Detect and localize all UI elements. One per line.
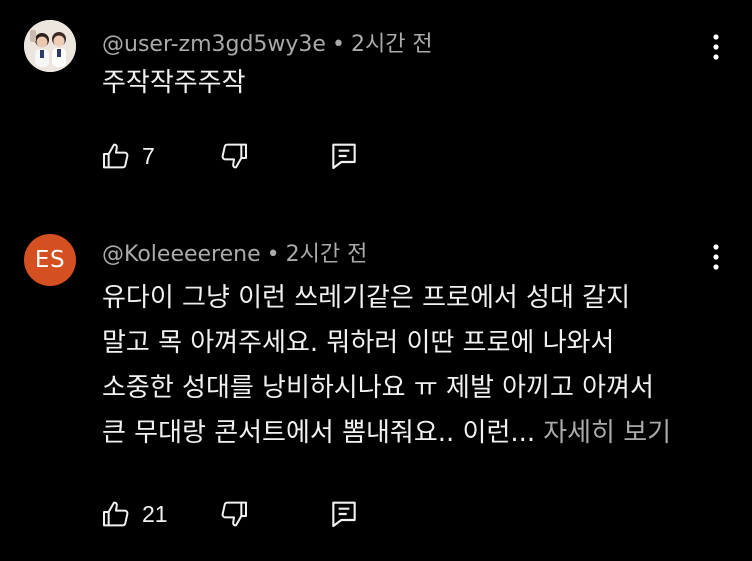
comment-actions: 7 [100, 136, 420, 176]
thumbs-down-icon [221, 501, 247, 527]
comment-text-line: 말고 목 아껴주세요. 뭐하러 이딴 프로에 나와서 [102, 328, 615, 358]
avatar-photo-icon [24, 20, 76, 72]
like-button[interactable]: 21 [100, 494, 168, 534]
comment-thread: ES @Koleeeerene • 2시간 전 유다이 그냥 이런 쓰레기같은 프로… [0, 224, 752, 561]
reply-button[interactable] [328, 494, 360, 534]
comment-menu-button[interactable] [708, 242, 724, 272]
avatar[interactable]: ES [24, 234, 76, 286]
read-more-link[interactable]: 자세히 보기 [543, 418, 671, 448]
comment-time[interactable]: 2시간 전 [286, 242, 368, 267]
avatar[interactable] [24, 20, 76, 72]
like-button[interactable]: 7 [100, 136, 155, 176]
avatar-initials: ES [34, 247, 66, 273]
reply-button[interactable] [328, 136, 360, 176]
comment-author[interactable]: @user-zm3gd5wy3e [102, 32, 326, 57]
comment-author[interactable]: @Koleeeerene [102, 242, 261, 267]
comment-text: 유다이 그냥 이런 쓰레기같은 프로에서 성대 갈지 말고 목 아껴주세요. 뭐… [102, 276, 712, 456]
comment-meta: @user-zm3gd5wy3e • 2시간 전 [102, 26, 433, 58]
comment-meta: @Koleeeerene • 2시간 전 [102, 236, 367, 268]
comment-actions: 21 [100, 494, 420, 534]
comment-text: 주작작주주작 [102, 61, 712, 106]
dislike-button[interactable] [218, 136, 250, 176]
dislike-button[interactable] [218, 494, 250, 534]
comment-text-line: 주작작주주작 [102, 68, 246, 98]
comment-menu-button[interactable] [708, 32, 724, 62]
thumbs-up-icon [103, 501, 129, 527]
like-count: 7 [142, 142, 155, 169]
comment-text-line: 유다이 그냥 이런 쓰레기같은 프로에서 성대 갈지 [102, 283, 630, 313]
like-count: 21 [142, 500, 168, 527]
reply-icon [332, 501, 356, 528]
thumbs-down-icon [221, 143, 247, 169]
comment-time[interactable]: 2시간 전 [351, 32, 433, 57]
meta-separator: • [266, 242, 280, 267]
comment-thread: @user-zm3gd5wy3e • 2시간 전 주작작주주작 7 [0, 0, 752, 200]
comment-text-line-last: 큰 무대랑 콘서트에서 뽐내줘요.. 이런... 자세히 보기 [102, 411, 712, 456]
comment-text-line-content: 큰 무대랑 콘서트에서 뽐내줘요.. 이런... [102, 418, 536, 448]
meta-separator: • [331, 32, 345, 57]
more-vert-icon [713, 34, 719, 60]
comment-text-line: 소중한 성대를 낭비하시나요 ㅠ 제발 아끼고 아껴서 [102, 373, 654, 403]
more-vert-icon [713, 244, 719, 270]
thumbs-up-icon [103, 143, 129, 169]
reply-icon [332, 143, 356, 170]
